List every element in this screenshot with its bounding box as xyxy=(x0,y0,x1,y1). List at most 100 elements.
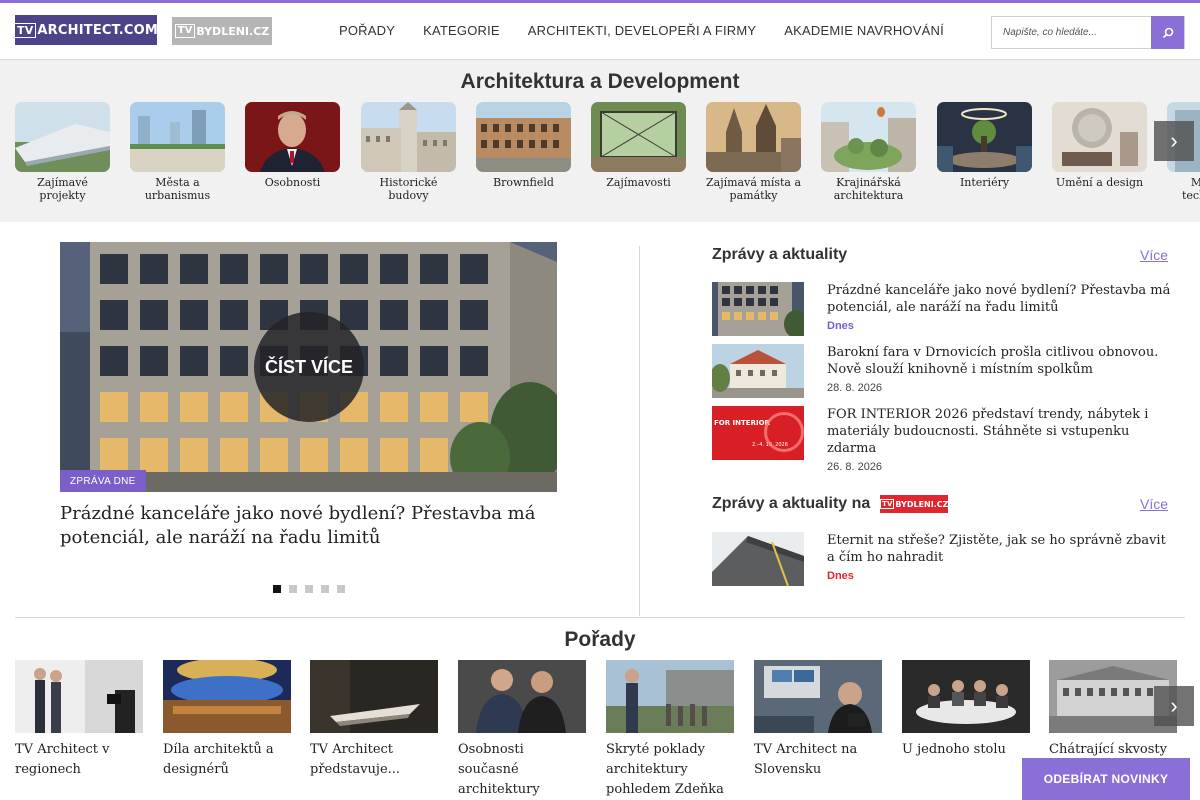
tvbydleni-small-logo[interactable]: TV BYDLENI.CZ xyxy=(880,495,948,513)
show-thumbnail xyxy=(902,660,1030,733)
search-button[interactable] xyxy=(1151,16,1184,49)
show-label: Osobnosti současné architektury xyxy=(458,742,540,797)
news-date: Dnes xyxy=(827,570,854,582)
news-date: Dnes xyxy=(827,320,854,332)
news-date: 28. 8. 2026 xyxy=(827,382,883,394)
news2-heading-text: Zprávy a aktuality na xyxy=(712,495,871,512)
tvarchitect-logo[interactable]: TV ARCHITECT.COM xyxy=(14,15,158,45)
logo-text: BYDLENI.CZ xyxy=(196,24,270,38)
category-thumbnail xyxy=(15,102,110,172)
tvbydleni-logo[interactable]: TV BYDLENI.CZ xyxy=(172,17,272,45)
category-thumbnail xyxy=(130,102,225,172)
read-more-button[interactable]: ČÍST VÍCE xyxy=(254,312,364,422)
category-label: Historické budovy xyxy=(379,176,438,202)
category-label: Interiéry xyxy=(959,176,1010,189)
show-thumbnail xyxy=(15,660,143,733)
category-thumbnail xyxy=(245,102,340,172)
show-tv-architect-predstavuje[interactable]: TV Architect představuje... xyxy=(310,660,438,780)
nav-porady[interactable]: POŘADY xyxy=(325,23,409,38)
logo-text: BYDLENI.CZ xyxy=(895,499,949,509)
news-text: FOR INTERIOR 2026 představí trendy, náby… xyxy=(827,406,1172,473)
show-dila-architektu[interactable]: Díla architektů a designérů xyxy=(163,660,291,780)
category-historicke-budovy[interactable]: Historické budovy xyxy=(361,102,456,202)
category-thumbnail xyxy=(476,102,571,172)
nav-architekti[interactable]: ARCHITEKTI, DEVELOPEŘI A FIRMY xyxy=(514,23,771,38)
featured-badge: ZPRÁVA DNE xyxy=(60,470,146,492)
news-title[interactable]: Prázdné kanceláře jako nové bydlení? Pře… xyxy=(827,282,1172,316)
category-interiery[interactable]: Interiéry xyxy=(937,102,1032,189)
category-umeni-design[interactable]: Umění a design xyxy=(1052,102,1147,189)
show-label: U jednoho stolu xyxy=(902,742,1006,757)
show-label: TV Architect v regionech xyxy=(15,742,110,777)
nav-akademie[interactable]: AKADEMIE NAVRHOVÁNÍ xyxy=(770,23,958,38)
show-thumbnail xyxy=(754,660,882,733)
carousel-dot-3[interactable] xyxy=(305,585,313,593)
category-label: Osobnosti xyxy=(264,176,321,189)
show-label: Chátrající skvosty xyxy=(1049,742,1167,757)
category-label: Moderní technologie xyxy=(1181,176,1200,202)
main-nav: POŘADY KATEGORIE ARCHITEKTI, DEVELOPEŘI … xyxy=(325,23,958,38)
news2-more-link[interactable]: Více xyxy=(1140,496,1168,512)
news-text: Barokní fara v Drnovicích prošla citlivo… xyxy=(827,344,1172,394)
category-thumbnail xyxy=(937,102,1032,172)
logo-text: ARCHITECT.COM xyxy=(37,22,158,38)
show-osobnosti[interactable]: Osobnosti současné architektury xyxy=(458,660,586,800)
news-thumbnail xyxy=(712,532,804,586)
category-label: Zajímavosti xyxy=(606,176,671,189)
category-strip-title: Architektura a Development xyxy=(460,70,740,93)
category-next-button[interactable]: › xyxy=(1154,121,1194,161)
category-strip: Architektura a Development Zajímavé proj… xyxy=(0,60,1200,222)
show-tv-architect-na-slovensku[interactable]: TV Architect na Slovensku xyxy=(754,660,882,780)
category-osobnosti[interactable]: Osobnosti xyxy=(245,102,340,189)
category-zajimava-mista[interactable]: Zajímavá místa a památky xyxy=(706,102,801,202)
category-thumbnail xyxy=(591,102,686,172)
news-heading: Zprávy a aktuality xyxy=(712,246,848,263)
featured-title[interactable]: Prázdné kanceláře jako nové bydlení? Pře… xyxy=(60,502,560,550)
thumbnail-text: FOR INTERIOR xyxy=(714,419,770,427)
news-title[interactable]: FOR INTERIOR 2026 představí trendy, náby… xyxy=(827,406,1172,457)
show-skryte-poklady[interactable]: Skryté poklady architektury pohledem Zde… xyxy=(606,660,734,800)
chevron-right-icon: › xyxy=(1170,128,1178,153)
top-header: TV ARCHITECT.COM TV BYDLENI.CZ POŘADY KA… xyxy=(0,0,1200,60)
category-mesta[interactable]: Města a urbanismus xyxy=(130,102,225,202)
carousel-dot-2[interactable] xyxy=(289,585,297,593)
shows-next-button[interactable]: › xyxy=(1154,686,1194,726)
category-thumbnail xyxy=(361,102,456,172)
show-label: TV Architect představuje... xyxy=(310,742,401,777)
category-label: Krajinářská architektura xyxy=(833,176,904,202)
section-divider xyxy=(15,617,1185,618)
news-more-link[interactable]: Více xyxy=(1140,247,1168,263)
category-brownfield[interactable]: Brownfield xyxy=(476,102,571,189)
category-label: Zajímavá místa a památky xyxy=(706,176,802,202)
news-thumbnail xyxy=(712,282,804,336)
logo-tv-mark: TV xyxy=(14,22,37,38)
news-title[interactable]: Eternit na střeše? Zjistěte, jak se ho s… xyxy=(827,532,1172,566)
shows-title: Pořady xyxy=(564,628,636,651)
carousel-dot-5[interactable] xyxy=(337,585,345,593)
carousel-dot-4[interactable] xyxy=(321,585,329,593)
logo-tv-mark: TV xyxy=(174,24,196,38)
chevron-right-icon: › xyxy=(1170,693,1178,718)
subscribe-newsletter-button[interactable]: ODEBÍRAT NOVINKY xyxy=(1022,758,1190,800)
show-label: Skryté poklady architektury pohledem Zde… xyxy=(606,742,724,797)
category-label: Města a urbanismus xyxy=(144,176,211,202)
news-title[interactable]: Barokní fara v Drnovicích prošla citlivo… xyxy=(827,344,1172,378)
search-input[interactable] xyxy=(992,17,1152,48)
show-thumbnail xyxy=(606,660,734,733)
show-thumbnail xyxy=(163,660,291,733)
search-box xyxy=(991,16,1185,49)
carousel-dot-1[interactable] xyxy=(273,585,281,593)
news-date: 26. 8. 2026 xyxy=(827,461,883,473)
category-zajimave-projekty[interactable]: Zajímavé projekty xyxy=(15,102,110,202)
news-thumbnail xyxy=(712,344,804,398)
category-zajimavosti[interactable]: Zajímavosti xyxy=(591,102,686,189)
thumbnail-decoration xyxy=(764,412,804,452)
news-text: Prázdné kanceláře jako nové bydlení? Pře… xyxy=(827,282,1172,332)
show-tv-architect-v-regionech[interactable]: TV Architect v regionech xyxy=(15,660,143,780)
show-u-jednoho-stolu[interactable]: U jednoho stolu xyxy=(902,660,1030,760)
category-thumbnail xyxy=(706,102,801,172)
category-krajinarska[interactable]: Krajinářská architektura xyxy=(821,102,916,202)
nav-kategorie[interactable]: KATEGORIE xyxy=(409,23,514,38)
logo-tv-mark: TV xyxy=(880,499,895,509)
category-thumbnail xyxy=(1052,102,1147,172)
